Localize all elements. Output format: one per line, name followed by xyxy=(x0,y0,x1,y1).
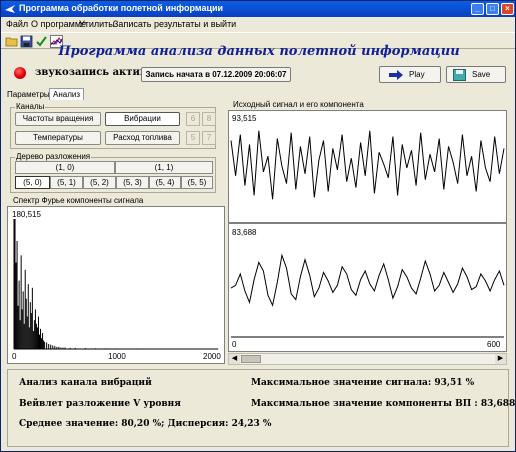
channel-5-button[interactable]: 5 xyxy=(186,131,200,145)
spectrum-x-tick-1000: 1000 xyxy=(108,352,126,361)
info-wavelet-level: Вейвлет разложение V уровня xyxy=(19,399,181,409)
scroll-right-arrow[interactable]: ▶ xyxy=(495,354,506,364)
signal-scrollbar[interactable]: ◀ ▶ xyxy=(228,353,507,365)
tree-node-5-0[interactable]: (5, 0) xyxy=(15,176,50,189)
window-title: Программа обработки полетной информации xyxy=(19,3,224,13)
channels-label: Каналы xyxy=(15,102,46,111)
tree-node-5-1[interactable]: (5, 1) xyxy=(50,176,83,189)
spectrum-x-tick-2000: 2000 xyxy=(203,352,221,361)
page-heading: Программа анализа данных полетной информ… xyxy=(58,44,460,59)
fuel-consumption-button[interactable]: Расход топлива xyxy=(105,131,180,145)
info-max-signal: Максимальное значение сигнала: 93,51 % xyxy=(251,378,475,388)
component-line xyxy=(230,253,505,307)
signal-plot: 93,515 83,688 0 600 xyxy=(228,110,507,352)
info-channel-analysis: Анализ канала вибраций xyxy=(19,378,152,388)
app-icon xyxy=(5,5,15,13)
title-bar: Программа обработки полетной информации … xyxy=(1,1,515,17)
tab-parameters[interactable]: Параметры xyxy=(7,90,50,102)
temperatures-button[interactable]: Температуры xyxy=(15,131,101,145)
scroll-left-arrow[interactable]: ◀ xyxy=(229,354,240,364)
app-window: Программа обработки полетной информации … xyxy=(0,0,516,452)
vibration-button[interactable]: Вибрации xyxy=(105,112,180,126)
spectrum-chart xyxy=(13,219,219,350)
menu-save-exit[interactable]: Записать результаты и выйти xyxy=(113,19,236,29)
play-label: Play xyxy=(409,70,425,79)
menu-about[interactable]: О программе xyxy=(31,19,86,29)
signal-title: Исходный сигнал и его компонента xyxy=(233,100,364,109)
recording-indicator xyxy=(14,67,26,79)
save-icon xyxy=(453,69,466,81)
menu-file[interactable]: Файл xyxy=(6,19,28,29)
info-mean-variance: Среднее значение: 80,20 %; Дисперсия: 24… xyxy=(19,419,272,429)
rotation-frequency-button[interactable]: Частоты вращения xyxy=(15,112,101,126)
tree-node-5-4[interactable]: (5, 4) xyxy=(149,176,181,189)
tab-analysis[interactable]: Анализ xyxy=(49,88,85,100)
recording-started-button[interactable]: Запись начата в 07.12.2009 20:06:07 xyxy=(141,67,291,82)
channel-7-button[interactable]: 7 xyxy=(202,131,216,145)
tree-node-1-0[interactable]: (1, 0) xyxy=(15,161,115,174)
info-max-component: Максимальное значение компоненты ВП : 83… xyxy=(251,399,516,409)
signal-chart xyxy=(229,130,506,338)
tree-node-5-5[interactable]: (5, 5) xyxy=(181,176,213,189)
maximize-button[interactable]: □ xyxy=(486,3,499,15)
menu-utilities[interactable]: Утилиты xyxy=(79,19,115,29)
scroll-thumb[interactable] xyxy=(241,355,261,363)
minimize-button[interactable]: _ xyxy=(471,3,484,15)
channel-8-button[interactable]: 8 xyxy=(202,112,216,126)
channel-6-button[interactable]: 6 xyxy=(186,112,200,126)
tree-node-1-1[interactable]: (1, 1) xyxy=(115,161,213,174)
tree-node-5-3[interactable]: (5, 3) xyxy=(116,176,149,189)
spectrum-x-tick-0: 0 xyxy=(12,352,17,361)
signal-line xyxy=(230,130,505,200)
close-button[interactable]: × xyxy=(501,3,514,15)
decomposition-tree-label: Дерево разложения xyxy=(15,152,92,161)
save-button[interactable]: Save xyxy=(446,66,506,83)
signal-x-tick-600: 600 xyxy=(487,340,501,349)
spectrum-plot: 180,515 0 1000 2000 xyxy=(7,206,225,364)
signal-x-tick-0: 0 xyxy=(232,340,237,349)
tree-node-5-2[interactable]: (5, 2) xyxy=(83,176,116,189)
arrow-right-icon xyxy=(389,70,403,80)
spectrum-title: Спектр Фурье компоненты сигнала xyxy=(13,196,144,205)
play-button[interactable]: Play xyxy=(379,66,441,83)
menu-bar: Файл О программе Утилиты Записать резуль… xyxy=(1,17,515,31)
save-label: Save xyxy=(472,70,491,79)
